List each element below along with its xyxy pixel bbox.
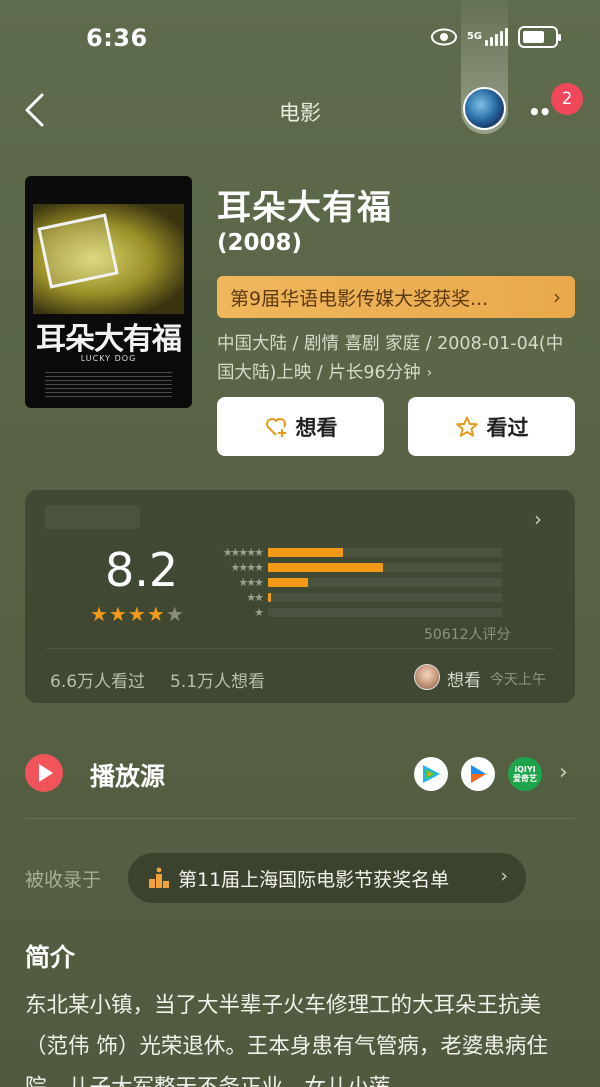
collected-list-link[interactable]: 第11届上海国际电影节获奖名单 › xyxy=(128,853,526,903)
rating-bar-fill xyxy=(268,563,383,572)
user-action: 想看 xyxy=(447,671,481,691)
rating-bar-row: ★★★★★ xyxy=(208,545,510,560)
poster-title: 耳朵大有福 xyxy=(36,322,182,357)
movie-year: (2008) xyxy=(217,230,303,256)
rating-bar-row: ★★ xyxy=(208,590,510,605)
want-to-watch-button[interactable]: 想看 xyxy=(217,397,384,456)
rating-bar-stars: ★★★ xyxy=(238,576,264,589)
chevron-right-icon: › xyxy=(553,285,561,309)
play-icon xyxy=(25,754,63,792)
chevron-right-icon: › xyxy=(426,365,433,381)
rating-bar-stars: ★★★★★ xyxy=(222,546,264,559)
want-count: 5.1万人想看 xyxy=(170,672,266,692)
rating-bar-stars: ★★ xyxy=(246,591,264,604)
rating-distribution: ★★★★★ ★★★★ ★★★ ★★ ★ xyxy=(208,545,510,620)
rating-score: 8.2 xyxy=(105,543,179,597)
status-time: 6:36 xyxy=(86,24,148,52)
award-banner[interactable]: 第9届华语电影传媒大奖获奖... › xyxy=(217,276,575,318)
poster-subtitle: LUCKY DOG xyxy=(80,354,137,363)
rating-bar-row: ★★★ xyxy=(208,575,510,590)
movie-meta[interactable]: 中国大陆 / 剧情 喜剧 家庭 / 2008-01-04(中 国大陆)上映 / … xyxy=(217,330,582,388)
page-title: 电影 xyxy=(279,101,321,125)
avatar[interactable] xyxy=(463,87,506,130)
star-outline-icon xyxy=(455,416,478,437)
rating-count: 50612人评分 xyxy=(424,627,511,643)
chevron-right-icon[interactable]: › xyxy=(534,507,542,531)
more-icon[interactable]: •• xyxy=(528,100,552,124)
chevron-right-icon[interactable]: › xyxy=(559,760,568,785)
chevron-right-icon: › xyxy=(500,865,508,887)
notification-badge: 2 xyxy=(551,83,583,115)
star-empty-icon: ★ xyxy=(165,602,184,626)
rating-stars: ★ ★ ★ ★ ★ xyxy=(90,604,184,624)
tencent-video-icon[interactable] xyxy=(414,757,448,791)
movie-poster[interactable]: 耳朵大有福 LUCKY DOG xyxy=(25,176,192,408)
star-filled-icon: ★ xyxy=(146,602,165,626)
divider xyxy=(45,648,555,649)
play-source-title: 播放源 xyxy=(90,762,166,791)
meta-line-2: 国大陆)上映 / 片长96分钟 xyxy=(217,363,421,383)
want-label: 想看 xyxy=(295,415,338,440)
intro-title: 简介 xyxy=(25,943,76,972)
star-filled-icon: ★ xyxy=(127,602,146,626)
award-banner-label: 第9届华语电影传媒大奖获奖... xyxy=(230,287,489,310)
collected-label: 被收录于 xyxy=(25,869,102,891)
rating-bar-stars: ★★★★ xyxy=(230,561,264,574)
rating-bar-row: ★★★★ xyxy=(208,560,510,575)
intro-text: 东北某小镇，当了大半辈子火车修理工的大耳朵王抗美（范伟 饰）光荣退休。王本身患有… xyxy=(25,993,548,1087)
rating-bar-fill xyxy=(268,548,343,557)
podium-icon xyxy=(149,867,169,888)
seen-count: 6.6万人看过 xyxy=(50,672,146,692)
rating-source-logo xyxy=(45,505,140,529)
youku-icon[interactable] xyxy=(461,757,495,791)
divider xyxy=(25,818,575,819)
seen-label: 看过 xyxy=(486,415,529,440)
star-filled-icon: ★ xyxy=(90,602,108,626)
meta-line-1: 中国大陆 / 剧情 喜剧 家庭 / 2008-01-04(中 xyxy=(217,334,564,354)
movie-title: 耳朵大有福 xyxy=(217,188,392,228)
collected-list-name: 第11届上海国际电影节获奖名单 xyxy=(178,868,450,891)
watched-button[interactable]: 看过 xyxy=(408,397,575,456)
rating-bar-stars: ★ xyxy=(254,606,264,619)
battery-icon xyxy=(518,26,561,48)
rating-bar-fill xyxy=(268,593,271,602)
rating-bar-fill xyxy=(268,578,308,587)
heart-plus-icon xyxy=(265,417,286,437)
user-avatar xyxy=(414,664,440,690)
iqiyi-icon[interactable]: iQIYI 爱奇艺 xyxy=(508,757,542,791)
eye-icon xyxy=(430,28,457,46)
star-filled-icon: ★ xyxy=(108,602,127,626)
rating-bar-row: ★ xyxy=(208,605,510,620)
user-action-time: 今天上午 xyxy=(490,672,546,688)
